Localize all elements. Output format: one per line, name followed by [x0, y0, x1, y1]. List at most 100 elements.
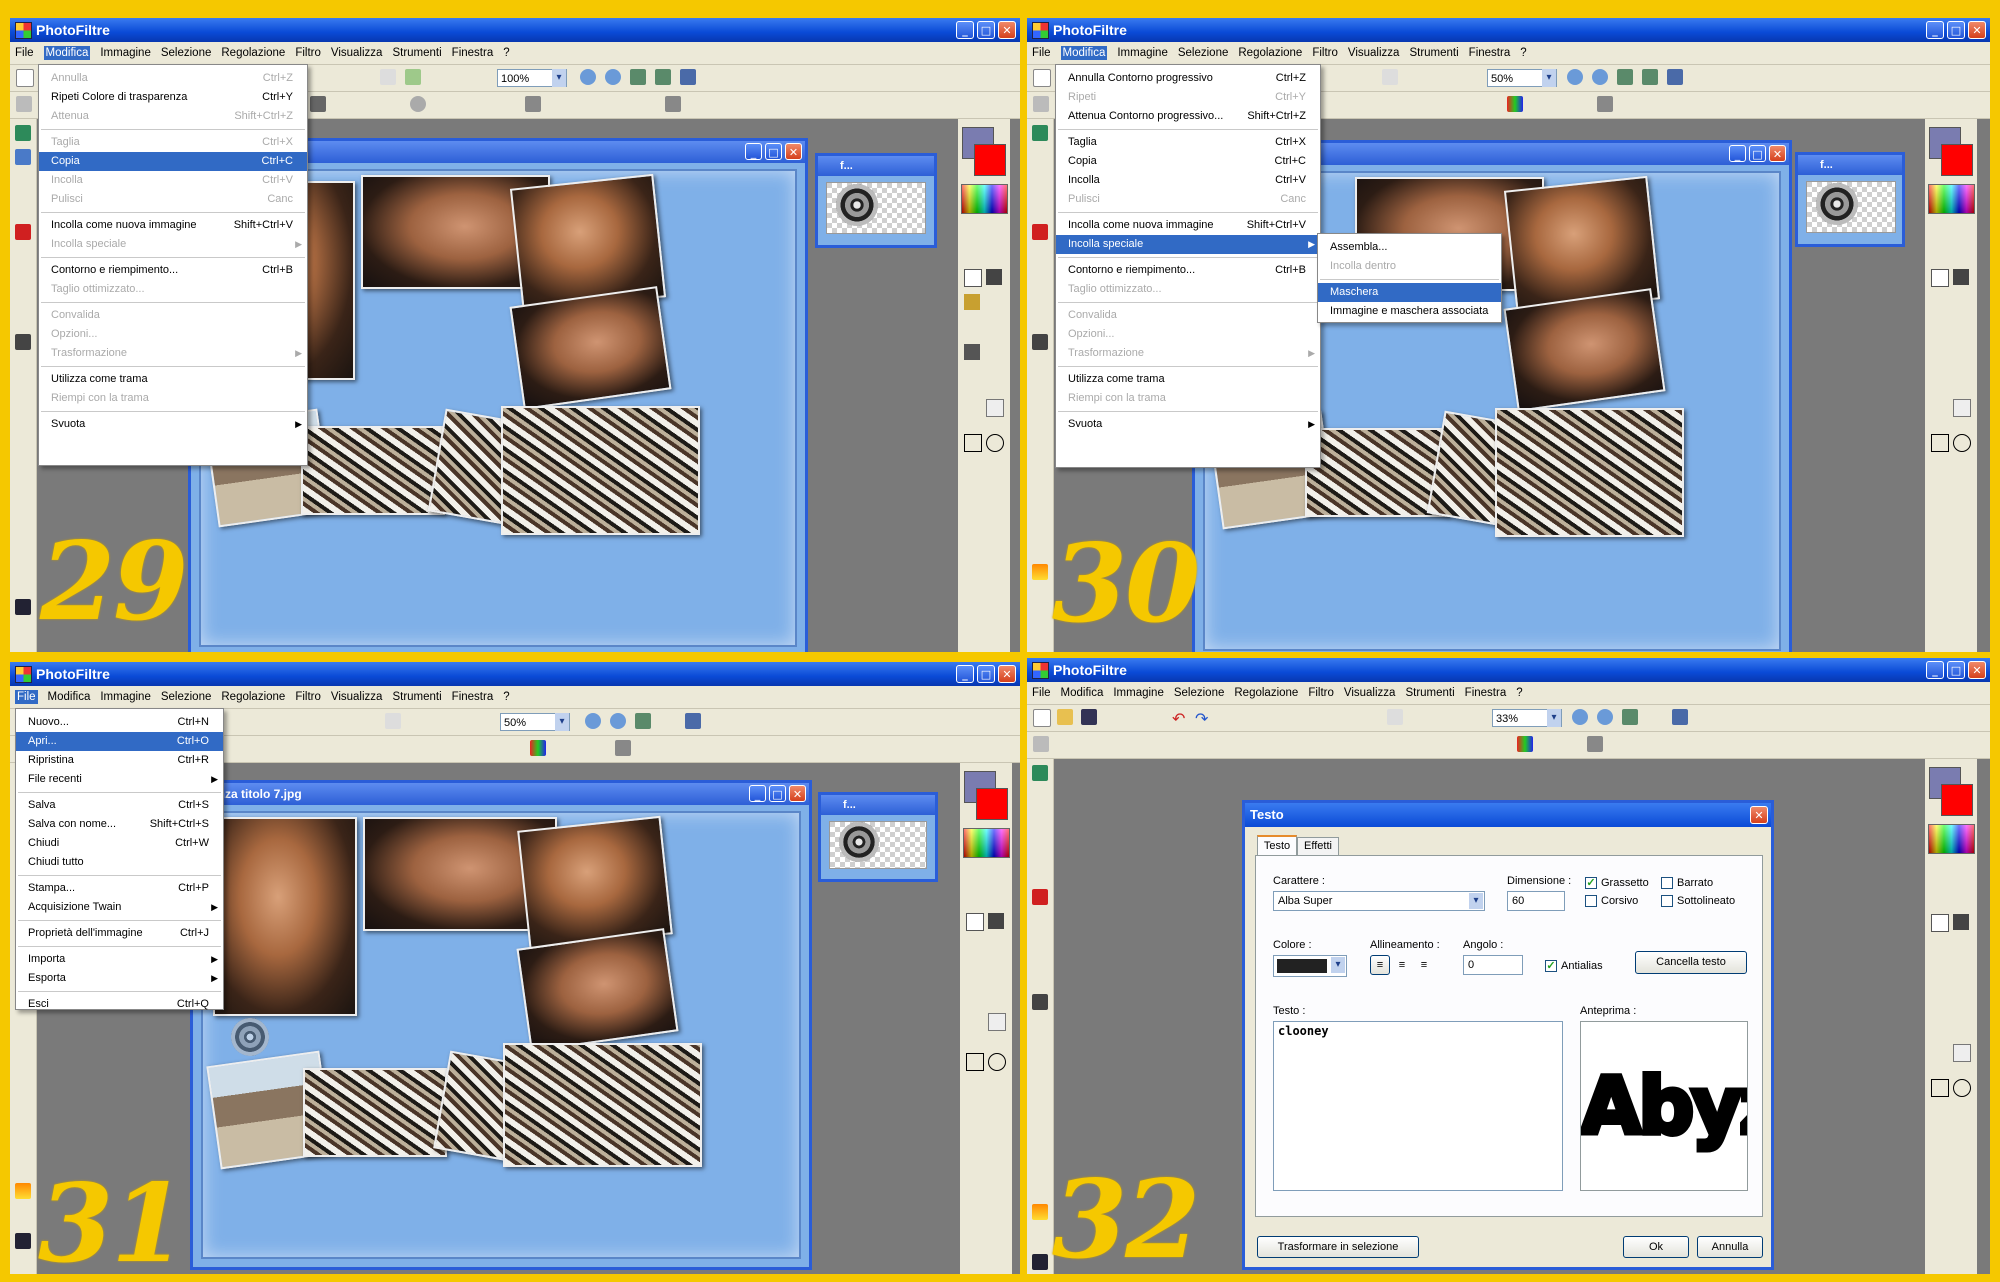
auto-levels-icon[interactable]	[1033, 96, 1049, 112]
drop-icon[interactable]	[410, 96, 426, 112]
menu-immagine[interactable]: Immagine	[100, 47, 151, 59]
ok-button[interactable]: Ok	[1623, 1236, 1689, 1258]
menu-item[interactable]: Ripeti Colore di trasparenza Ctrl+Y	[39, 88, 307, 107]
pointer-tool-icon[interactable]	[1931, 914, 1949, 932]
menu-help[interactable]: ?	[1520, 47, 1526, 59]
menu-item[interactable]: Esporta ▶	[16, 969, 223, 988]
menu-strumenti[interactable]: Strumenti	[392, 691, 441, 703]
menu-regolazione[interactable]: Regolazione	[221, 691, 285, 703]
flip-icon[interactable]	[1597, 96, 1613, 112]
maximize-button[interactable]: □	[1947, 21, 1965, 39]
background-color[interactable]	[1941, 144, 1973, 176]
brush-icon[interactable]	[964, 344, 980, 360]
gradient-icon[interactable]	[1032, 564, 1048, 580]
eyedropper-icon[interactable]	[1953, 269, 1969, 285]
menu-immagine[interactable]: Immagine	[1117, 47, 1168, 59]
menu-filtro[interactable]: Filtro	[295, 47, 321, 59]
html-icon[interactable]	[15, 599, 31, 615]
fullscreen-icon[interactable]	[1642, 69, 1658, 85]
zoom-out-icon[interactable]	[610, 713, 626, 729]
fit-icon[interactable]	[1617, 69, 1633, 85]
maximize-button[interactable]: □	[1947, 661, 1965, 679]
menu-item[interactable]: Esci Ctrl+Q	[16, 995, 223, 1014]
menu-item[interactable]: Copia Ctrl+C	[1056, 152, 1320, 171]
background-color[interactable]	[1941, 784, 1973, 816]
menu-item[interactable]: Chiudi tutto	[16, 853, 223, 872]
color-palette[interactable]	[963, 828, 1010, 858]
rotate-icon[interactable]	[665, 96, 681, 112]
rectangle-shape-icon[interactable]	[1931, 1079, 1949, 1097]
angle-input[interactable]: 0	[1463, 955, 1523, 975]
text-tool-icon[interactable]	[385, 713, 401, 729]
ellipse-shape-icon[interactable]	[988, 1053, 1006, 1071]
menu-selezione[interactable]: Selezione	[161, 47, 212, 59]
strike-checkbox[interactable]	[1661, 877, 1673, 889]
fx-icon[interactable]	[1032, 334, 1048, 350]
menu-immagine[interactable]: Immagine	[1113, 687, 1164, 699]
star-icon[interactable]	[1032, 224, 1048, 240]
monitor-icon[interactable]	[1667, 69, 1683, 85]
menu-item[interactable]: Maschera	[1318, 283, 1501, 302]
doc-maximize-button[interactable]: □	[769, 785, 786, 802]
doc-maximize-button[interactable]: □	[765, 143, 782, 160]
zoom-select[interactable]: 100%	[497, 69, 567, 87]
doc-close-button[interactable]: ✕	[785, 143, 802, 160]
menu-item[interactable]: Assembla...	[1318, 238, 1501, 257]
close-button[interactable]: ✕	[1968, 21, 1986, 39]
zoom-out-icon[interactable]	[1597, 709, 1613, 725]
background-color[interactable]	[976, 788, 1008, 820]
magic-wand-icon[interactable]	[964, 294, 980, 310]
menu-item[interactable]: Incolla come nuova immagine Shift+Ctrl+V	[39, 216, 307, 235]
layers-icon[interactable]	[1032, 125, 1048, 141]
zoom-select[interactable]: 50%	[500, 713, 570, 731]
menu-item[interactable]: Incolla speciale ▶	[1056, 235, 1320, 254]
rectangle-shape-icon[interactable]	[964, 434, 982, 452]
menu-item[interactable]: Chiudi Ctrl+W	[16, 834, 223, 853]
fit-icon[interactable]	[635, 713, 651, 729]
menu-item[interactable]: Acquisizione Twain ▶	[16, 898, 223, 917]
monitor-icon[interactable]	[1672, 709, 1688, 725]
close-button[interactable]: ✕	[1968, 661, 1986, 679]
browser-icon[interactable]	[15, 149, 31, 165]
menu-help[interactable]: ?	[1516, 687, 1522, 699]
fit-icon[interactable]	[630, 69, 646, 85]
ellipse-shape-icon[interactable]	[1953, 434, 1971, 452]
maximize-button[interactable]: □	[977, 21, 995, 39]
zoom-in-icon[interactable]	[1567, 69, 1583, 85]
menu-immagine[interactable]: Immagine	[100, 691, 151, 703]
bold-checkbox[interactable]: ✓	[1585, 877, 1597, 889]
fx-icon[interactable]	[1032, 994, 1048, 1010]
menu-item[interactable]: Apri... Ctrl+O	[16, 732, 223, 751]
menu-visualizza[interactable]: Visualizza	[1348, 47, 1400, 59]
rectangle-shape-icon[interactable]	[1931, 434, 1949, 452]
menu-item[interactable]: Incolla Ctrl+V	[1056, 171, 1320, 190]
menu-item[interactable]: Incolla come nuova immagine Shift+Ctrl+V	[1056, 216, 1320, 235]
hand-icon[interactable]	[1953, 399, 1971, 417]
zoom-select[interactable]: 50%	[1487, 69, 1557, 87]
layers-icon[interactable]	[1032, 765, 1048, 781]
menu-finestra[interactable]: Finestra	[452, 47, 494, 59]
html-icon[interactable]	[1032, 1254, 1048, 1270]
zoom-out-icon[interactable]	[1592, 69, 1608, 85]
transform-selection-button[interactable]: Trasformare in selezione	[1257, 1236, 1419, 1258]
menu-item[interactable]: Proprietà dell'immagine Ctrl+J	[16, 924, 223, 943]
text-tool-icon[interactable]	[380, 69, 396, 85]
menu-filtro[interactable]: Filtro	[295, 691, 321, 703]
undo-icon[interactable]: ↶	[1172, 709, 1188, 728]
flip-icon[interactable]	[525, 96, 541, 112]
menu-item[interactable]: Utilizza come trama	[1056, 370, 1320, 389]
doc-maximize-button[interactable]: □	[1749, 145, 1766, 162]
background-color[interactable]	[974, 144, 1006, 176]
menu-finestra[interactable]: Finestra	[1465, 687, 1507, 699]
menu-selezione[interactable]: Selezione	[1178, 47, 1229, 59]
menu-file[interactable]: File	[15, 47, 34, 59]
doc-close-button[interactable]: ✕	[1769, 145, 1786, 162]
pointer-tool-icon[interactable]	[964, 269, 982, 287]
text-tool-icon[interactable]	[1382, 69, 1398, 85]
menu-file[interactable]: File	[1032, 687, 1051, 699]
flip-icon[interactable]	[1587, 736, 1603, 752]
menu-visualizza[interactable]: Visualizza	[331, 47, 383, 59]
pointer-tool-icon[interactable]	[1931, 269, 1949, 287]
font-select[interactable]: Alba Super	[1273, 891, 1485, 911]
fit-icon[interactable]	[1622, 709, 1638, 725]
